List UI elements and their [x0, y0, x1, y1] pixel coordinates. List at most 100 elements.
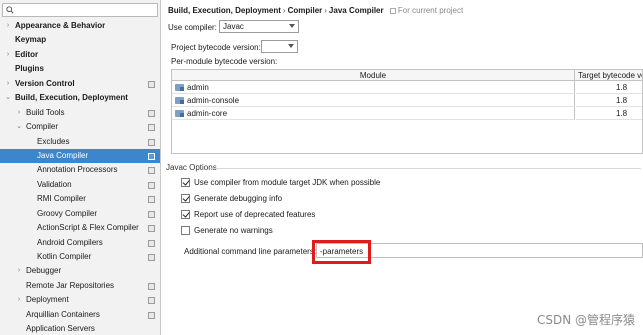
sidebar-item-label: Appearance & Behavior	[15, 21, 106, 30]
module-folder-icon	[175, 84, 184, 91]
project-settings-icon	[148, 181, 155, 189]
checkbox[interactable]	[181, 194, 190, 203]
sidebar-item[interactable]: Keymap	[0, 33, 160, 47]
sidebar-item[interactable]: Annotation Processors	[0, 163, 160, 177]
chevron-right-icon[interactable]: ›	[4, 19, 12, 33]
sidebar-item-label: Debugger	[26, 266, 62, 276]
checkbox-label: Generate debugging info	[194, 194, 283, 203]
sidebar-item-label: Annotation Processors	[37, 165, 118, 175]
table-row[interactable]: admin 1.8	[172, 81, 642, 94]
sidebar-item-label: Validation	[37, 179, 72, 189]
bytecode-version-select[interactable]	[261, 40, 298, 53]
sidebar-item-label: Excludes	[37, 136, 70, 146]
chevron-right-icon[interactable]: ›	[15, 264, 23, 278]
project-settings-icon	[148, 167, 155, 175]
sidebar-item-label: Remote Jar Repositories	[26, 280, 115, 290]
params-label: Additional command line parameters:	[184, 247, 317, 256]
sidebar-item-label: Editor	[15, 49, 39, 59]
table-row[interactable]: admin-console 1.8	[172, 94, 642, 107]
module-name: admin-core	[187, 109, 228, 118]
checkbox-label: Report use of deprecated features	[194, 210, 316, 219]
sidebar-item[interactable]: Kotlin Compiler	[0, 250, 160, 264]
sidebar-item[interactable]: ActionScript & Flex Compiler	[0, 221, 160, 235]
sidebar-item[interactable]: ⌄ Build, Execution, Deployment	[0, 91, 160, 105]
settings-tree: › Appearance & Behavior Keymap › Editor Plugi…	[0, 19, 160, 335]
sidebar-item-label: Kotlin Compiler	[37, 252, 92, 261]
sidebar-item[interactable]: › Version Control	[0, 77, 160, 91]
chevron-right-icon[interactable]: ›	[15, 293, 23, 307]
compiler-select-value: Javac	[223, 22, 244, 31]
per-module-label: Per-module bytecode version:	[171, 57, 278, 66]
project-settings-icon	[148, 152, 155, 160]
sidebar-item[interactable]: Arquillian Containers	[0, 308, 160, 322]
project-scope-text: For current project	[397, 6, 464, 15]
use-compiler-label: Use compiler:	[168, 23, 217, 32]
sidebar-item[interactable]: RMI Compiler	[0, 192, 160, 206]
sidebar-item[interactable]: Groovy Compiler	[0, 207, 160, 221]
target-cell[interactable]: 1.8	[576, 94, 642, 107]
sidebar-item[interactable]: Android Compilers	[0, 236, 160, 250]
sidebar-item[interactable]: Application Servers	[0, 322, 160, 335]
project-icon	[389, 8, 396, 14]
sidebar-item[interactable]: Validation	[0, 178, 160, 192]
project-settings-icon	[148, 138, 155, 146]
sidebar-item[interactable]: › Debugger	[0, 264, 160, 278]
sidebar-item[interactable]: ⌄ Compiler	[0, 120, 160, 134]
column-header-target[interactable]: Target bytecode ve	[576, 70, 642, 81]
chevron-right-icon[interactable]: ›	[4, 48, 12, 62]
project-settings-icon	[148, 311, 155, 319]
module-folder-icon	[175, 110, 184, 117]
project-settings-icon	[148, 196, 155, 204]
settings-sidebar: › Appearance & Behavior Keymap › Editor Plugi…	[0, 0, 161, 335]
sidebar-item[interactable]: › Deployment	[0, 293, 160, 307]
module-cell: admin-core	[172, 107, 575, 120]
checkbox-label: Use compiler from module target JDK when…	[194, 178, 381, 187]
project-settings-icon	[148, 109, 155, 117]
sidebar-item-label: RMI Compiler	[37, 194, 86, 204]
sidebar-item-label: Build, Execution, Deployment	[15, 93, 128, 103]
project-settings-icon	[148, 80, 155, 88]
chevron-down-icon[interactable]: ⌄	[4, 91, 12, 105]
breadcrumb: Build, Execution, Deployment › Compiler › Ja…	[168, 6, 463, 15]
checkbox[interactable]	[181, 210, 190, 219]
bytecode-version-label: Project bytecode version:	[171, 43, 261, 52]
project-scope-note: For current project	[389, 6, 464, 15]
sidebar-item[interactable]: › Build Tools	[0, 106, 160, 120]
chevron-down-icon	[288, 44, 294, 48]
checkbox[interactable]	[181, 178, 190, 187]
project-settings-icon	[148, 124, 155, 132]
sidebar-item-label: Application Servers	[26, 324, 95, 334]
project-settings-icon	[148, 239, 155, 247]
breadcrumb-separator: ›	[282, 6, 286, 15]
module-cell: admin	[172, 81, 575, 94]
module-folder-icon	[175, 97, 184, 104]
project-settings-icon	[148, 210, 155, 218]
sidebar-item[interactable]: Remote Jar Repositories	[0, 279, 160, 293]
modules-table: Module Target bytecode ve admin 1.8 admin-…	[171, 69, 643, 154]
sidebar-item[interactable]: › Appearance & Behavior	[0, 19, 160, 33]
project-settings-icon	[148, 225, 155, 233]
table-row[interactable]: admin-core 1.8	[172, 107, 642, 120]
target-cell[interactable]: 1.8	[576, 81, 642, 94]
settings-search-input[interactable]	[2, 3, 158, 17]
java-compiler-panel: Build, Execution, Deployment › Compiler › Ja…	[162, 0, 643, 335]
sidebar-item-label: Plugins	[15, 64, 44, 74]
compiler-select[interactable]: Javac	[219, 20, 299, 33]
breadcrumb-separator: ›	[324, 6, 327, 15]
breadcrumb-item-current: Java Compiler	[328, 6, 384, 15]
chevron-right-icon[interactable]: ›	[15, 106, 23, 120]
sidebar-item[interactable]: › Editor	[0, 48, 160, 62]
target-cell[interactable]: 1.8	[576, 107, 642, 120]
sidebar-item[interactable]: Java Compiler	[0, 148, 160, 164]
project-settings-icon	[148, 297, 155, 305]
search-icon	[6, 6, 14, 14]
chevron-right-icon[interactable]: ›	[4, 77, 12, 91]
chevron-down-icon[interactable]: ⌄	[15, 120, 23, 134]
target-version: 1.8	[616, 96, 628, 105]
target-version: 1.8	[616, 109, 628, 118]
checkbox[interactable]	[181, 226, 190, 235]
sidebar-item[interactable]: Excludes	[0, 135, 160, 149]
column-header-module[interactable]: Module	[172, 70, 575, 81]
table-header: Module Target bytecode ve	[172, 70, 642, 81]
sidebar-item[interactable]: Plugins	[0, 62, 160, 76]
